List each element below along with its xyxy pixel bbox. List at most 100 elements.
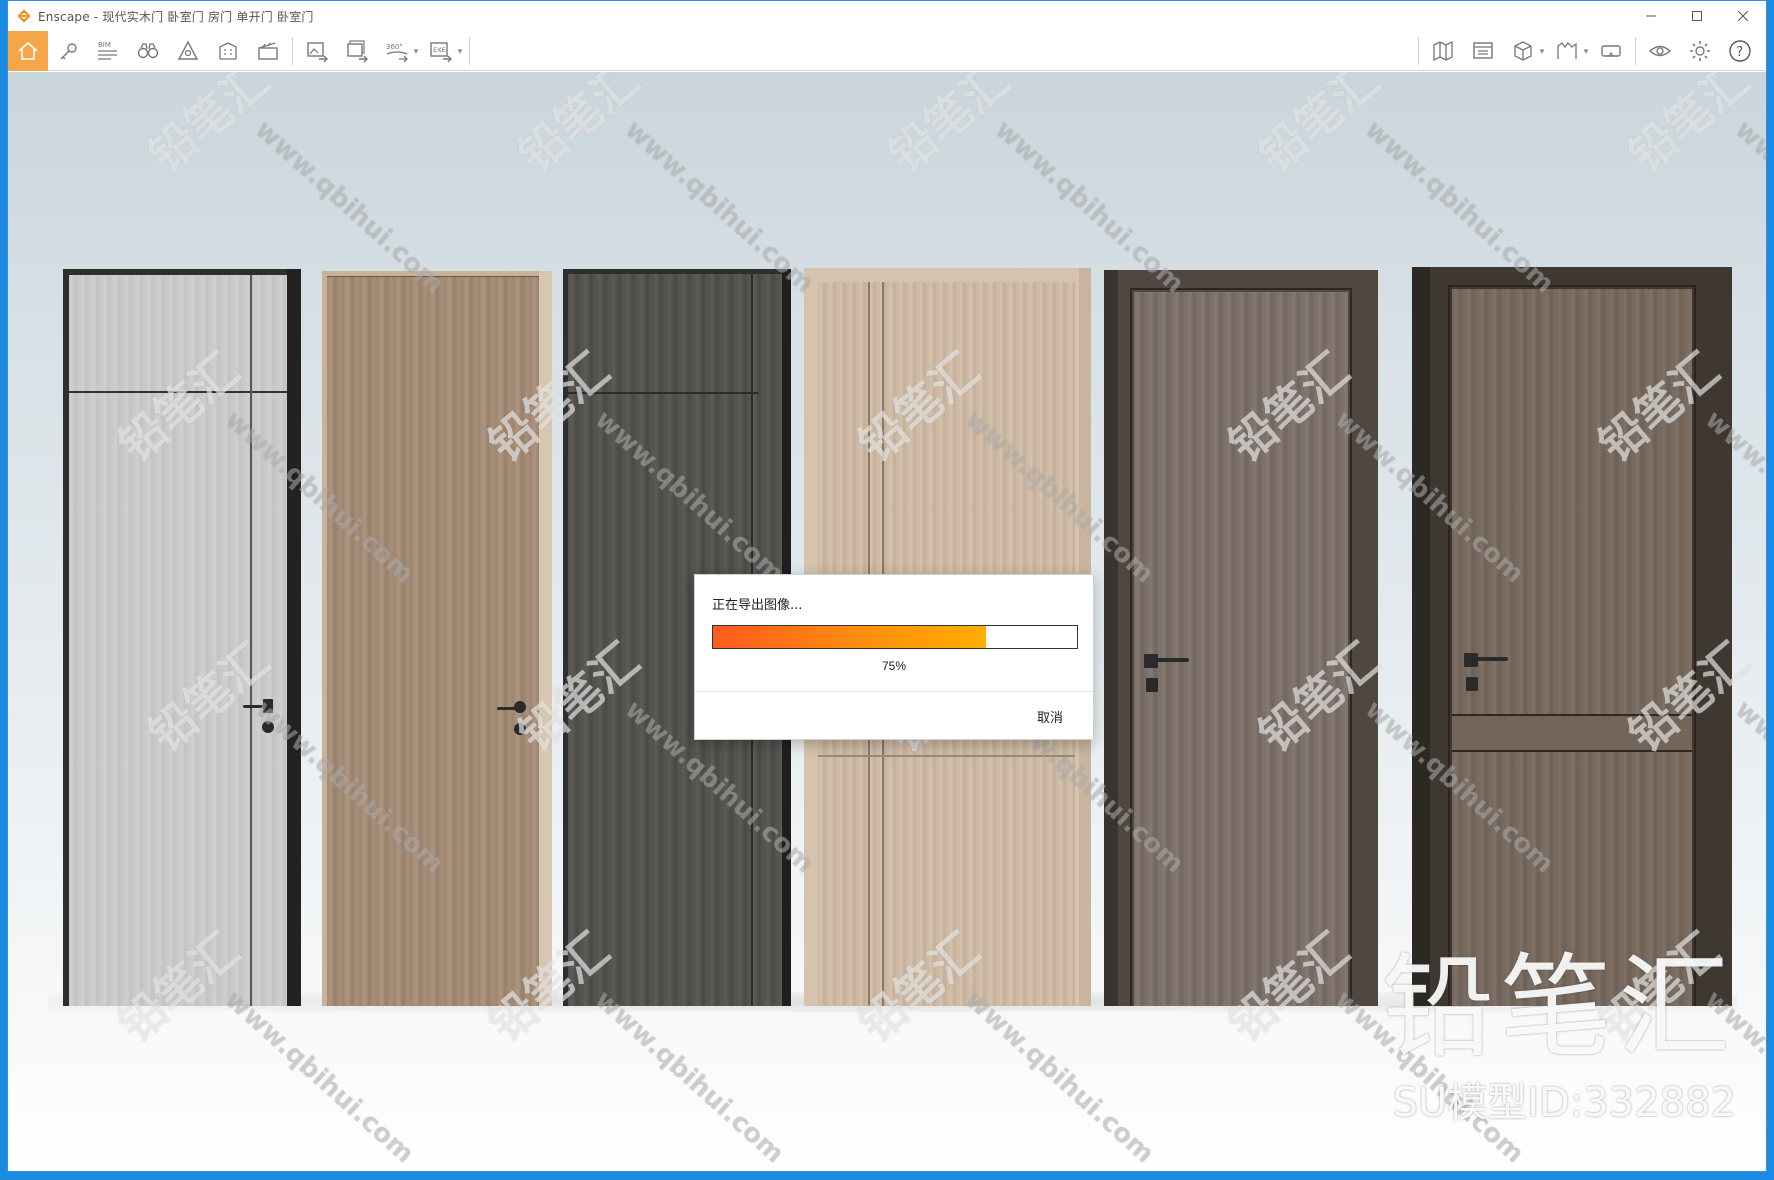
main-toolbar: BIM 360° ▾ EXE ▾ ▾ ▾ ? [8, 31, 1766, 95]
manager-icon [1473, 42, 1493, 59]
brand-logo-text: 铅笔汇 [1382, 943, 1736, 1073]
watermark-url: www.qbihui.com [589, 404, 790, 590]
toolbar-separator [292, 37, 293, 65]
export-image-button[interactable] [297, 31, 337, 71]
watermark-text: 铅笔汇 [1588, 342, 1730, 473]
manager-button[interactable] [1463, 31, 1503, 71]
dialog-title: 正在导出图像... [712, 598, 803, 613]
watermark-url: www.qbihui.com [959, 404, 1160, 590]
cube-icon [1514, 41, 1532, 61]
svg-text:360°: 360° [386, 43, 403, 51]
watermark-text: 铅笔汇 [848, 342, 990, 473]
svg-text:?: ? [1736, 45, 1743, 60]
enscape-logo-icon [17, 9, 31, 23]
batch-export-button[interactable] [337, 31, 377, 71]
key-icon [60, 43, 77, 60]
gear-icon [1690, 41, 1710, 61]
watermark-text: 铅笔汇 [1218, 922, 1360, 1053]
watermark-text: 铅笔汇 [848, 922, 990, 1053]
progress-fill [713, 626, 986, 648]
title-bar[interactable]: Enscape - 现代实木门 卧室门 房门 单开门 卧室门 [8, 1, 1766, 31]
watermark-url: www.qbihui.com [959, 984, 1160, 1170]
clapper-icon [258, 42, 278, 60]
bim-icon: BIM [98, 41, 117, 60]
watermark-url: www.qbihui.com [1729, 694, 1766, 880]
minimize-icon [1646, 15, 1656, 17]
watermark-url: www.qbihui.com [619, 114, 820, 300]
cube-button[interactable] [1503, 31, 1543, 71]
building-button[interactable] [208, 31, 248, 71]
panorama-button[interactable]: 360° [377, 31, 417, 71]
export-image-icon [307, 42, 328, 63]
vr-button[interactable] [1591, 31, 1631, 71]
watermark-url: www.qbihui.com [1359, 114, 1560, 300]
watermark-text: 铅笔汇 [1618, 632, 1760, 763]
render-viewport[interactable]: 铅笔汇 www.qbihui.com 铅笔汇 www.qbihui.com 铅笔汇 www… [8, 72, 1766, 1171]
help-icon: ? [1729, 40, 1751, 62]
settings-button[interactable] [1680, 31, 1720, 71]
toolbar-left-group: BIM 360° ▾ EXE ▾ [8, 31, 474, 71]
svg-text:BIM: BIM [98, 41, 111, 49]
atmosphere-icon [177, 40, 199, 60]
model-id-label: SU模型ID:332882 [1392, 1080, 1736, 1126]
home-icon [18, 41, 38, 60]
watermark-url: www.qbihui.com [1729, 114, 1766, 300]
watermark-text: 铅笔汇 [508, 632, 650, 763]
exe-export-button[interactable]: EXE [421, 31, 461, 71]
binoculars-icon [137, 43, 159, 59]
watermark-url: www.qbihui.com [249, 114, 450, 300]
watermark-text: 铅笔汇 [138, 632, 280, 763]
export-progress-dialog: 正在导出图像... 75% 取消 [694, 574, 1094, 740]
vr-icon [1601, 45, 1621, 57]
window-title: Enscape - 现代实木门 卧室门 房门 单开门 卧室门 [38, 9, 314, 24]
watermark-url: www.qbihui.com [1329, 404, 1530, 590]
watermark-url: www.qbihui.com [1699, 404, 1766, 590]
watermark-text: 铅笔汇 [138, 72, 280, 183]
cancel-button[interactable]: 取消 [1037, 707, 1063, 726]
maximize-button[interactable] [1674, 1, 1720, 31]
export-progress-bar [712, 625, 1078, 649]
maximize-icon [1692, 11, 1702, 21]
watermark-text: 铅笔汇 [878, 72, 1020, 183]
enscape-window: Enscape - 现代实木门 卧室门 房门 单开门 卧室门 BIM 360° … [7, 0, 1767, 1172]
watermark-url: www.qbihui.com [589, 984, 790, 1170]
map-icon [1433, 40, 1453, 62]
map-button[interactable] [1423, 31, 1463, 71]
material-button[interactable] [1547, 31, 1587, 71]
help-button[interactable]: ? [1720, 31, 1760, 71]
watermark-text: 铅笔汇 [478, 342, 620, 473]
window-controls [1628, 1, 1766, 31]
watermark-url: www.qbihui.com [1359, 694, 1560, 880]
toolbar-right-group: ▾ ▾ ? [1414, 31, 1760, 71]
watermark-text: 铅笔汇 [1248, 72, 1390, 183]
watermark-text: 铅笔汇 [1218, 342, 1360, 473]
bim-button[interactable]: BIM [88, 31, 128, 71]
watermark-url: www.qbihui.com [219, 404, 420, 590]
video-button[interactable] [248, 31, 288, 71]
dialog-divider [695, 691, 1093, 692]
material-icon [1557, 42, 1577, 59]
binoculars-button[interactable] [128, 31, 168, 71]
minimize-button[interactable] [1628, 1, 1674, 31]
watermark-text: 铅笔汇 [478, 922, 620, 1053]
watermark-text: 铅笔汇 [1248, 632, 1390, 763]
close-button[interactable] [1720, 1, 1766, 31]
watermark-text: 铅笔汇 [108, 342, 250, 473]
toolbar-separator [1635, 37, 1636, 65]
views-button[interactable] [48, 31, 88, 71]
close-icon [1738, 11, 1748, 21]
watermark-text: 铅笔汇 [508, 72, 650, 183]
progress-percent-label: 75% [881, 659, 907, 673]
watermark-url: www.qbihui.com [989, 114, 1190, 300]
atmosphere-button[interactable] [168, 31, 208, 71]
panorama-icon: 360° [386, 43, 408, 63]
toolbar-separator [469, 37, 470, 65]
home-button[interactable] [8, 31, 48, 71]
watermark-text: 铅笔汇 [108, 922, 250, 1053]
building-icon [219, 42, 237, 60]
svg-text:EXE: EXE [433, 46, 446, 54]
exe-export-icon: EXE [430, 42, 452, 63]
visual-settings-button[interactable] [1640, 31, 1680, 71]
watermark-text: 铅笔汇 [1618, 72, 1760, 183]
watermark-url: www.qbihui.com [249, 694, 450, 880]
